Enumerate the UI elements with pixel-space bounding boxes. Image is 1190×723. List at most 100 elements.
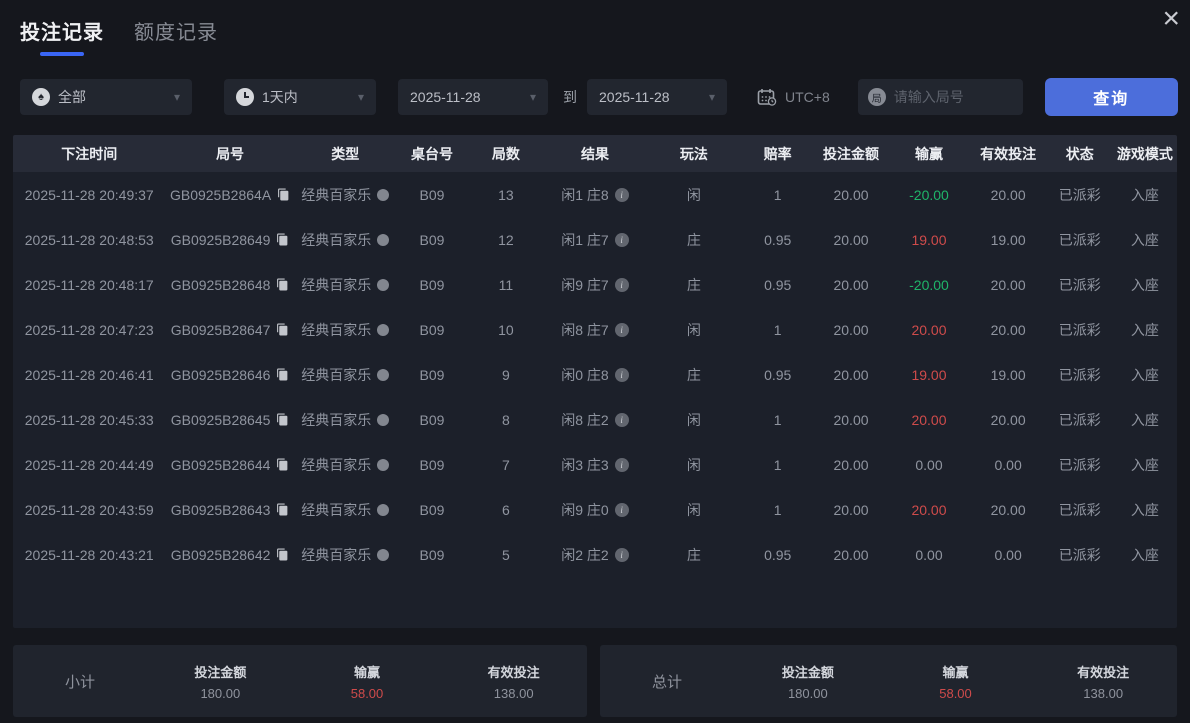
cell-win-loss: 0.00 bbox=[915, 456, 943, 473]
cell-bet-time: 2025-11-28 20:43:59 bbox=[24, 501, 154, 518]
date-from-value: 2025-11-28 bbox=[410, 89, 481, 105]
cell-status: 已派彩 bbox=[1058, 276, 1101, 293]
info-icon[interactable]: i bbox=[614, 232, 629, 247]
cell-game-type: 经典百家乐 bbox=[295, 230, 396, 250]
game-type-text: 经典百家乐 bbox=[301, 501, 372, 518]
calendar-clock-icon bbox=[757, 89, 777, 106]
info-icon[interactable]: i bbox=[614, 187, 629, 202]
query-button[interactable]: 查询 bbox=[1044, 78, 1178, 116]
info-icon[interactable]: i bbox=[614, 457, 629, 472]
time-range-value: 1天内 bbox=[262, 89, 298, 105]
game-type-text: 经典百家乐 bbox=[301, 276, 372, 293]
copy-icon[interactable] bbox=[276, 413, 289, 426]
tab-bet-records[interactable]: 投注记录 bbox=[20, 16, 104, 56]
tab-bet-records-label: 投注记录 bbox=[20, 22, 104, 44]
info-icon[interactable]: i bbox=[614, 322, 629, 337]
round-id-text: GB0925B28645 bbox=[170, 411, 271, 428]
game-type-dot-icon bbox=[377, 323, 390, 336]
total-win-loss: 输赢 58.00 bbox=[939, 664, 972, 701]
cell-round-no: 7 bbox=[502, 456, 510, 473]
cell-result: 闲8 庄2 i bbox=[544, 410, 646, 430]
game-type-select[interactable]: ♠ 全部 ▾ bbox=[20, 79, 192, 115]
cell-win-loss: 19.00 bbox=[911, 366, 947, 383]
cell-play: 庄 bbox=[686, 276, 701, 293]
round-search-input[interactable] bbox=[893, 89, 1004, 105]
cell-round-id: GB0925B28648 bbox=[165, 277, 294, 293]
time-range-select[interactable]: 1天内 ▾ bbox=[224, 79, 376, 115]
cell-game-type: 经典百家乐 bbox=[295, 545, 396, 565]
copy-icon[interactable] bbox=[276, 368, 289, 381]
cell-status: 已派彩 bbox=[1058, 231, 1101, 248]
cell-game-mode: 入座 bbox=[1130, 321, 1159, 338]
spade-icon: ♠ bbox=[32, 88, 50, 106]
table-body: 2025-11-28 20:49:37 GB0925B2864A 经典百家乐 B… bbox=[13, 172, 1177, 628]
cell-result: 闲8 庄7 i bbox=[544, 320, 646, 340]
round-id-text: GB0925B28648 bbox=[170, 276, 271, 293]
cell-valid-bet: 0.00 bbox=[994, 456, 1022, 473]
copy-icon[interactable] bbox=[276, 548, 289, 561]
round-search-field[interactable]: 局 bbox=[857, 79, 1023, 115]
copy-icon[interactable] bbox=[276, 458, 289, 471]
cell-result: 闲9 庄7 i bbox=[544, 275, 646, 295]
table-row: 2025-11-28 20:43:21 GB0925B28642 经典百家乐 B… bbox=[13, 532, 1177, 577]
cell-status: 已派彩 bbox=[1058, 186, 1101, 203]
column-header-4: 局数 bbox=[491, 145, 520, 162]
cell-play: 闲 bbox=[686, 411, 701, 428]
cell-game-mode: 入座 bbox=[1130, 546, 1159, 563]
table-row: 2025-11-28 20:43:59 GB0925B28643 经典百家乐 B… bbox=[13, 487, 1177, 532]
chevron-down-icon: ▾ bbox=[357, 90, 364, 104]
date-from-select[interactable]: 2025-11-28 ▾ bbox=[398, 79, 548, 115]
cell-table-no: B09 bbox=[419, 231, 445, 248]
bet-records-table: 下注时间 局号 类型 桌台号 局数 结果 玩法 赔率 投注金额 输赢 有效投注 状态 游戏模式 2025… bbox=[13, 135, 1177, 628]
top-bar: 投注记录 额度记录 × bbox=[0, 0, 1190, 62]
cell-game-mode: 入座 bbox=[1130, 231, 1159, 248]
info-icon[interactable]: i bbox=[614, 547, 629, 562]
cell-round-no: 9 bbox=[502, 366, 510, 383]
date-to-select[interactable]: 2025-11-28 ▾ bbox=[587, 79, 727, 115]
cell-round-id: GB0925B28646 bbox=[165, 367, 294, 383]
cell-status: 已派彩 bbox=[1058, 411, 1101, 428]
tab-quota-records[interactable]: 额度记录 bbox=[134, 16, 218, 45]
column-header-5: 结果 bbox=[580, 145, 609, 162]
game-type-text: 经典百家乐 bbox=[301, 411, 372, 428]
cell-win-loss: -20.00 bbox=[909, 276, 949, 293]
cell-win-loss: 20.00 bbox=[911, 321, 947, 338]
cell-bet-time: 2025-11-28 20:49:37 bbox=[24, 186, 154, 203]
info-icon[interactable]: i bbox=[614, 277, 629, 292]
cell-valid-bet: 19.00 bbox=[990, 231, 1026, 248]
copy-icon[interactable] bbox=[276, 278, 289, 291]
info-icon[interactable]: i bbox=[614, 412, 629, 427]
cell-round-no: 6 bbox=[502, 501, 510, 518]
cell-odds: 1 bbox=[773, 411, 782, 428]
cell-table-no: B09 bbox=[419, 411, 445, 428]
result-text: 闲8 庄2 bbox=[561, 411, 609, 428]
round-id-text: GB0925B2864A bbox=[169, 186, 272, 203]
info-icon[interactable]: i bbox=[614, 502, 629, 517]
cell-round-no: 10 bbox=[498, 321, 514, 338]
cell-valid-bet: 20.00 bbox=[990, 501, 1026, 518]
copy-icon[interactable] bbox=[276, 323, 289, 336]
cell-round-no: 5 bbox=[502, 546, 510, 563]
game-type-dot-icon bbox=[377, 458, 390, 471]
cell-bet-amount: 20.00 bbox=[833, 456, 869, 473]
game-type-text: 经典百家乐 bbox=[301, 366, 372, 383]
copy-icon[interactable] bbox=[277, 188, 290, 201]
subtotal-title: 小计 bbox=[64, 673, 95, 691]
info-icon[interactable]: i bbox=[614, 367, 629, 382]
cell-odds: 0.95 bbox=[764, 366, 792, 383]
cell-status: 已派彩 bbox=[1058, 546, 1101, 563]
game-type-dot-icon bbox=[377, 233, 390, 246]
cell-bet-time: 2025-11-28 20:45:33 bbox=[24, 411, 154, 428]
cell-table-no: B09 bbox=[419, 366, 445, 383]
date-to-value: 2025-11-28 bbox=[599, 89, 670, 105]
total-panel: 总计 投注金额 180.00 输赢 58.00 有效投注 138.00 bbox=[600, 645, 1177, 717]
copy-icon[interactable] bbox=[276, 503, 289, 516]
close-icon[interactable]: × bbox=[1162, 4, 1180, 34]
game-type-value: 全部 bbox=[58, 89, 86, 105]
game-type-text: 经典百家乐 bbox=[301, 231, 372, 248]
cell-odds: 0.95 bbox=[764, 546, 792, 563]
copy-icon[interactable] bbox=[276, 233, 289, 246]
cell-valid-bet: 20.00 bbox=[990, 321, 1026, 338]
cell-game-type: 经典百家乐 bbox=[295, 410, 396, 430]
game-type-dot-icon bbox=[377, 503, 390, 516]
